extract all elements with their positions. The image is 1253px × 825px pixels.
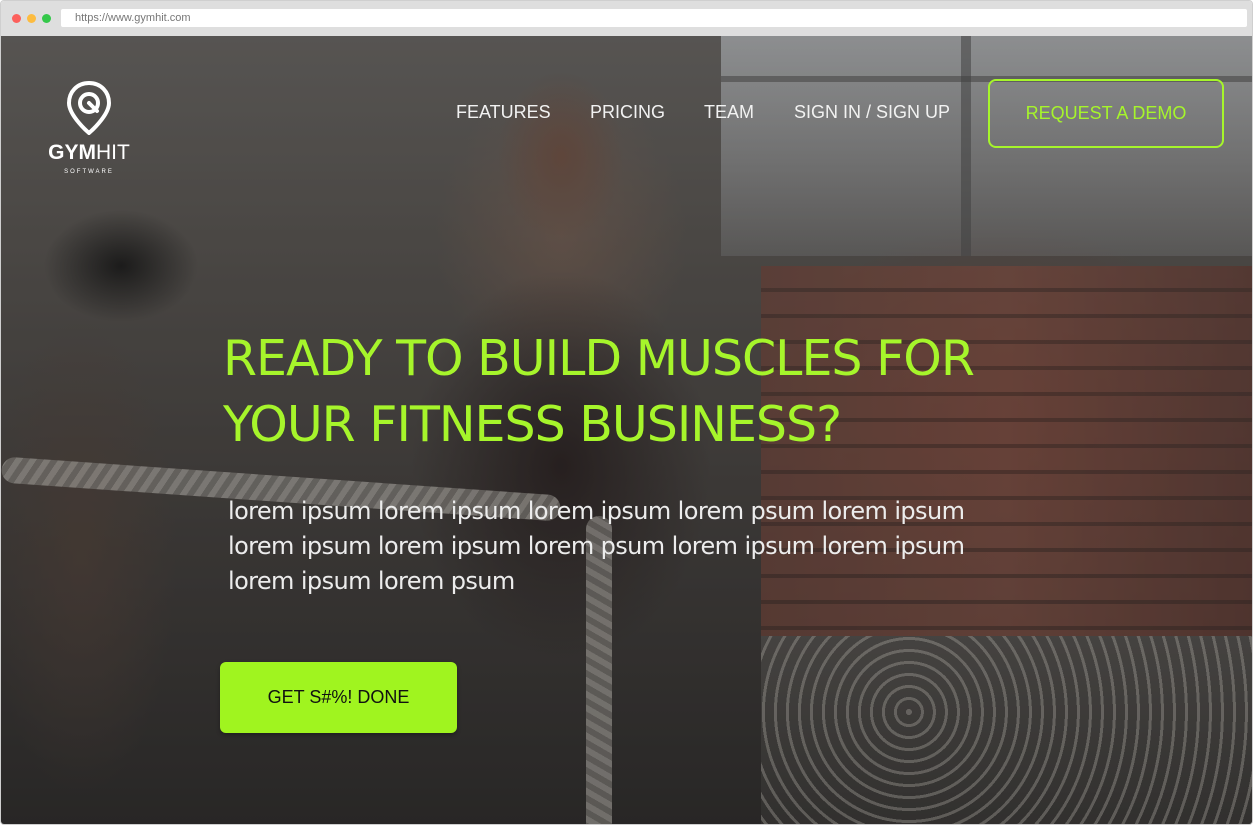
hero-body-text: lorem ipsum lorem ipsum lorem ipsum lore… [228, 494, 1028, 599]
brand-tagline: SOFTWARE [64, 169, 114, 175]
nav-team[interactable]: TEAM [704, 102, 754, 123]
hero-headline: READY TO BUILD MUSCLES FOR YOUR FITNESS … [223, 326, 1123, 458]
address-bar[interactable]: https://www.gymhit.com [61, 9, 1247, 27]
body-line: lorem ipsum lorem ipsum lorem ipsum lore… [228, 497, 965, 525]
browser-toolbar: https://www.gymhit.com [1, 1, 1252, 36]
browser-window: https://www.gymhit.com GYMHIT SOFTWARE F… [0, 0, 1253, 825]
headline-line: YOUR FITNESS BUSINESS? [223, 396, 842, 453]
maximize-window-icon[interactable] [42, 14, 51, 23]
brand-name: GYMHIT [48, 141, 130, 164]
hero-section: GYMHIT SOFTWARE FEATURES PRICING TEAM SI… [1, 36, 1252, 824]
minimize-window-icon[interactable] [27, 14, 36, 23]
brand-logo[interactable]: GYMHIT SOFTWARE [41, 81, 137, 181]
body-line: lorem ipsum lorem ipsum lorem psum lorem… [228, 532, 965, 560]
get-done-button[interactable]: GET S#%! DONE [220, 662, 457, 733]
nav-features[interactable]: FEATURES [456, 102, 551, 123]
body-line: lorem ipsum lorem psum [228, 567, 515, 595]
nav-sign-in-sign-up[interactable]: SIGN IN / SIGN UP [794, 102, 950, 123]
map-pin-icon [66, 81, 112, 135]
close-window-icon[interactable] [12, 14, 21, 23]
nav-pricing[interactable]: PRICING [590, 102, 665, 123]
request-demo-button[interactable]: REQUEST A DEMO [988, 79, 1224, 148]
headline-line: READY TO BUILD MUSCLES FOR [223, 330, 975, 387]
